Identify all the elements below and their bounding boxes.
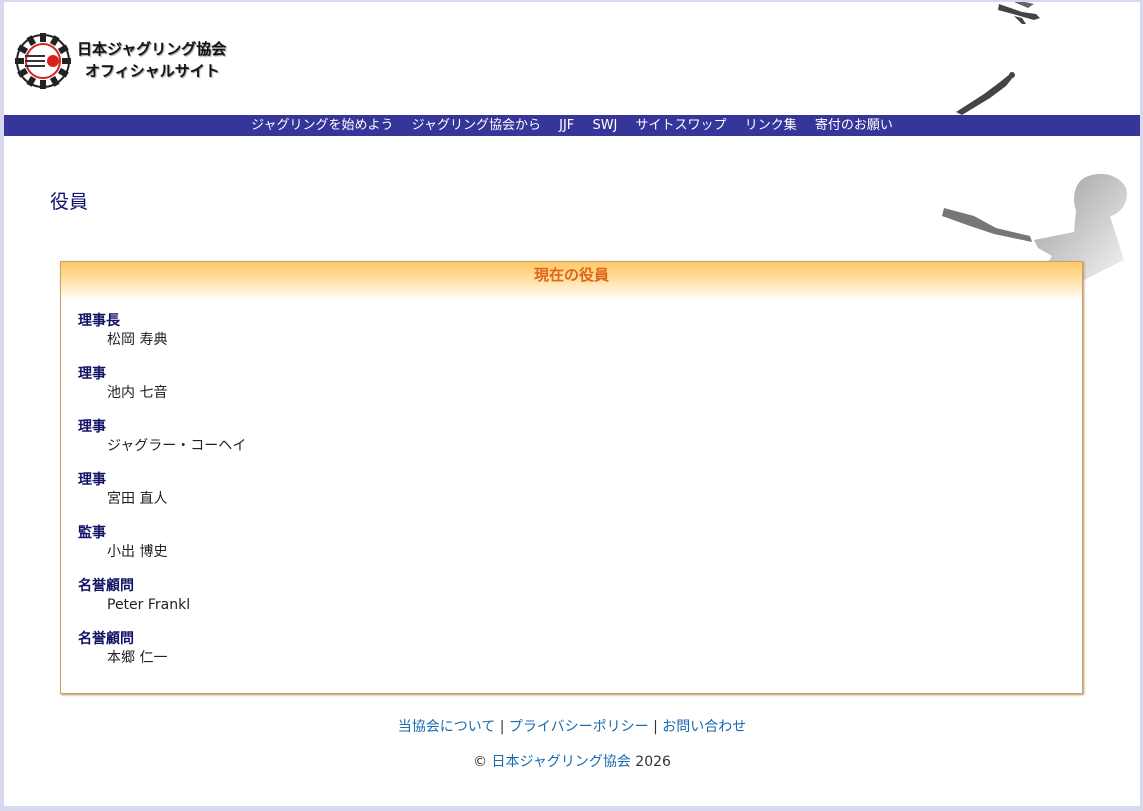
officer-entry: 理事 ジャグラー・コーヘイ <box>78 418 246 471</box>
officer-entry: 監事 小出 博史 <box>78 524 246 577</box>
site-title-line2: オフィシャルサイト <box>85 62 220 80</box>
footer-separator: | <box>499 719 505 735</box>
site-title-line1: 日本ジャグリング協会 <box>77 40 227 58</box>
officer-role: 理事 <box>78 366 106 382</box>
officer-role: 名誉顧問 <box>78 631 134 647</box>
nav-item-start-juggling[interactable]: ジャグリングを始めよう <box>251 118 393 133</box>
footer-links: 当協会について | プライバシーポリシー | お問い合わせ <box>4 716 1140 736</box>
juggling-clubs-icon <box>956 2 1040 115</box>
officer-role: 理事 <box>78 472 106 488</box>
officer-role: 名誉顧問 <box>78 578 134 594</box>
copyright-year: 2026 <box>635 754 671 770</box>
jja-logo-icon[interactable] <box>12 32 74 90</box>
nav-item-from-association[interactable]: ジャグリング協会から <box>412 118 541 133</box>
header: 日本ジャグリング協会 オフィシャルサイト <box>4 2 1140 115</box>
main-nav: ジャグリングを始めよう ジャグリング協会から JJF SWJ サイトスワップ リ… <box>4 115 1140 136</box>
officer-name: Peter Frankl <box>107 597 191 613</box>
nav-item-jjf[interactable]: JJF <box>559 118 574 133</box>
footer-link-contact[interactable]: お問い合わせ <box>662 719 746 735</box>
nav-item-siteswap[interactable]: サイトスワップ <box>636 118 727 133</box>
officer-entry: 理事長 松岡 寿典 <box>78 312 246 365</box>
officer-entry: 理事 宮田 直人 <box>78 471 246 524</box>
footer-link-privacy[interactable]: プライバシーポリシー <box>509 719 649 735</box>
copyright-symbol: © <box>473 754 488 770</box>
nav-item-swj[interactable]: SWJ <box>592 118 617 133</box>
officer-name: 本郷 仁一 <box>107 650 168 666</box>
officer-name: 小出 博史 <box>107 544 168 560</box>
officer-entry: 理事 池内 七音 <box>78 365 246 418</box>
footer-link-about[interactable]: 当協会について <box>398 719 496 735</box>
officer-box-heading: 現在の役員 <box>61 262 1082 300</box>
page-title: 役員 <box>50 191 89 213</box>
officer-entry: 名誉顧問 Peter Frankl <box>78 577 246 630</box>
page: 日本ジャグリング協会 オフィシャルサイト ジャグリングを始めよう ジャグリング協… <box>4 2 1140 806</box>
officer-role: 理事 <box>78 419 106 435</box>
officer-list: 理事長 松岡 寿典 理事 池内 七音 理事 ジャグラー・コーヘイ 理事 宮田 直… <box>78 312 246 683</box>
officer-name: 池内 七音 <box>107 385 168 401</box>
copyright: © 日本ジャグリング協会 2026 <box>4 751 1140 771</box>
footer-separator: | <box>653 719 658 735</box>
officer-name: 宮田 直人 <box>107 491 168 507</box>
officer-name: 松岡 寿典 <box>107 332 168 348</box>
officer-name: ジャグラー・コーヘイ <box>107 438 247 454</box>
copyright-link[interactable]: 日本ジャグリング協会 <box>492 754 631 770</box>
officer-role: 監事 <box>78 525 106 541</box>
officer-role: 理事長 <box>78 313 120 329</box>
officer-entry: 名誉顧問 本郷 仁一 <box>78 630 246 683</box>
officer-box: 現在の役員 理事長 松岡 寿典 理事 池内 七音 理事 ジャグラー・コーヘイ 理… <box>60 261 1083 694</box>
nav-item-donation[interactable]: 寄付のお願い <box>815 118 893 133</box>
nav-item-links[interactable]: リンク集 <box>745 118 797 133</box>
site-title[interactable]: 日本ジャグリング協会 オフィシャルサイト <box>77 38 277 82</box>
